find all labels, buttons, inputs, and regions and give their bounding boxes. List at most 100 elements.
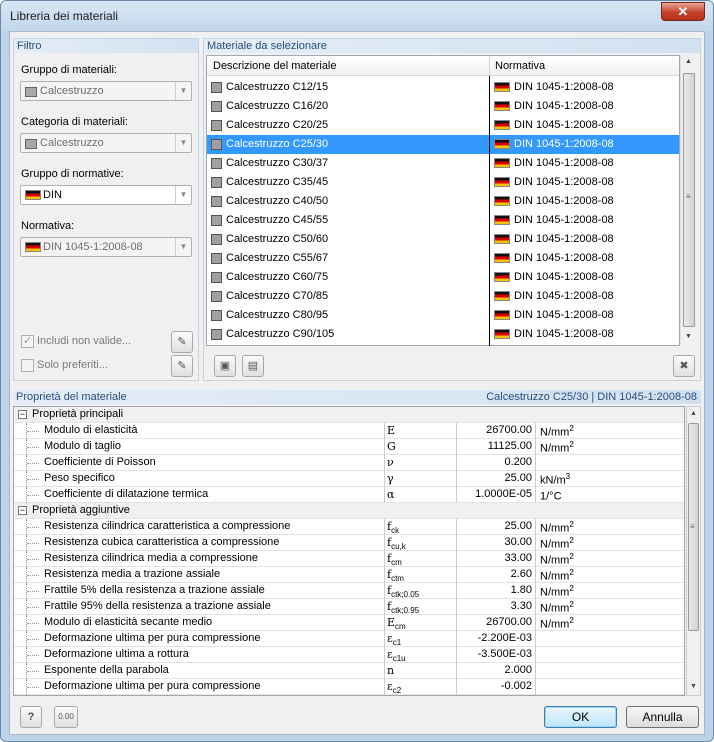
norm-combo[interactable]: DIN 1045-1:2008-08 ▼ <box>20 237 192 257</box>
properties-scrollbar[interactable]: ▲ ≡ ▼ <box>686 406 701 696</box>
material-row[interactable]: Calcestruzzo C80/95 DIN 1045-1:2008-08 <box>207 306 679 325</box>
properties-scroll-thumb[interactable]: ≡ <box>688 423 699 631</box>
property-value[interactable]: -2.200E-03 <box>456 631 536 647</box>
copy-material-button[interactable]: ▤ <box>242 355 264 377</box>
property-name: Frattile 5% della resistenza a trazione … <box>44 584 265 596</box>
material-row[interactable]: Calcestruzzo C90/105 DIN 1045-1:2008-08 <box>207 325 679 344</box>
material-norm: DIN 1045-1:2008-08 <box>494 271 614 283</box>
collapse-icon[interactable]: − <box>18 410 27 419</box>
material-row[interactable]: Calcestruzzo C16/20 DIN 1045-1:2008-08 <box>207 97 679 116</box>
material-norm-text: DIN 1045-1:2008-08 <box>514 290 614 302</box>
material-row[interactable]: Calcestruzzo C30/37 DIN 1045-1:2008-08 <box>207 154 679 173</box>
property-row[interactable]: Deformazione ultima a rottura εc1u -3.500E… <box>14 647 684 663</box>
material-row[interactable]: Calcestruzzo C70/85 DIN 1045-1:2008-08 <box>207 287 679 306</box>
property-symbol: Ecm <box>387 616 406 631</box>
unit-text: N/mm <box>540 618 570 631</box>
scroll-down-icon[interactable]: ▼ <box>685 333 692 340</box>
cancel-button[interactable]: Annulla <box>626 706 699 728</box>
collapse-icon[interactable]: − <box>18 506 27 515</box>
material-name: Calcestruzzo C45/55 <box>226 214 329 226</box>
property-row[interactable]: Coefficiente di Poisson ν 0.200 <box>14 455 684 471</box>
property-row[interactable]: Resistenza cilindrica media a compressio… <box>14 551 684 567</box>
property-row[interactable]: Deformazione ultima per pura compression… <box>14 631 684 647</box>
property-value[interactable]: 2.000 <box>456 663 536 679</box>
edit-filter-button[interactable]: ✎ <box>171 331 193 353</box>
german-flag-icon <box>494 253 510 264</box>
tree-line <box>27 559 39 560</box>
property-value[interactable]: 25.00 <box>456 471 536 487</box>
help-button[interactable]: ? <box>20 706 42 728</box>
col-description-header[interactable]: Descrizione del materiale <box>213 60 337 72</box>
property-row[interactable]: Resistenza media a trazione assiale fctm 2… <box>14 567 684 584</box>
property-value[interactable]: 26700.00 <box>456 423 536 439</box>
include-invalid-checkbox[interactable]: ✓ <box>21 335 34 348</box>
property-value[interactable]: 3.30 <box>456 599 536 615</box>
material-norm-text: DIN 1045-1:2008-08 <box>514 252 614 264</box>
units-button[interactable]: 0.00 <box>54 706 78 728</box>
ok-button[interactable]: OK <box>544 706 617 728</box>
property-value[interactable]: 2.60 <box>456 567 536 583</box>
material-row[interactable]: Calcestruzzo C40/50 DIN 1045-1:2008-08 <box>207 192 679 211</box>
norm-group-combo[interactable]: DIN ▼ <box>20 185 192 205</box>
col-norm-header[interactable]: Normativa <box>495 60 545 72</box>
property-row[interactable]: Coefficiente di dilatazione termica α 1.00… <box>14 487 684 503</box>
property-unit: N/mm2 <box>540 520 574 535</box>
property-unit: N/mm2 <box>540 584 574 599</box>
material-row[interactable]: Calcestruzzo C35/45 DIN 1045-1:2008-08 <box>207 173 679 192</box>
property-value[interactable]: 1.80 <box>456 583 536 599</box>
property-value[interactable]: 1.0000E-05 <box>456 487 536 503</box>
material-name: Calcestruzzo C25/30 <box>226 138 329 150</box>
material-name: Calcestruzzo C90/105 <box>226 328 335 340</box>
symbol-subscript: ctm <box>391 574 404 584</box>
property-row[interactable]: Esponente della parabola n 2.000 <box>14 663 684 679</box>
property-value[interactable]: -0.002 <box>456 679 536 695</box>
property-value[interactable]: 26700.00 <box>456 615 536 631</box>
material-category-combo[interactable]: Calcestruzzo ▼ <box>20 133 192 153</box>
property-value[interactable]: -3.500E-03 <box>456 647 536 663</box>
unit-exponent: 2 <box>569 424 574 433</box>
concrete-swatch-icon <box>211 215 222 226</box>
new-material-button[interactable]: ▣ <box>214 355 236 377</box>
material-row[interactable]: Calcestruzzo C45/55 DIN 1045-1:2008-08 <box>207 211 679 230</box>
close-button[interactable]: ✕ <box>661 2 705 21</box>
material-row[interactable]: Calcestruzzo C50/60 DIN 1045-1:2008-08 <box>207 230 679 249</box>
property-value[interactable]: 33.00 <box>456 551 536 567</box>
materials-scrollbar[interactable]: ▲ ≡ ▼ <box>680 55 697 346</box>
material-row[interactable]: Calcestruzzo C12/15 DIN 1045-1:2008-08 <box>207 78 679 97</box>
property-value[interactable]: 0.200 <box>456 455 536 471</box>
german-flag-icon <box>494 329 510 340</box>
materials-scroll-thumb[interactable]: ≡ <box>683 73 695 327</box>
property-row[interactable]: Frattile 95% della resistenza a trazione… <box>14 599 684 615</box>
property-value[interactable]: 25.00 <box>456 519 536 535</box>
property-row[interactable]: Modulo di elasticità secante medio Ecm 267… <box>14 615 684 631</box>
material-norm: DIN 1045-1:2008-08 <box>494 119 614 131</box>
property-row[interactable]: Modulo di taglio G 11125.00 N/mm2 <box>14 439 684 455</box>
property-group-row[interactable]: − Proprietà principali <box>14 407 684 423</box>
german-flag-icon <box>494 139 510 150</box>
scroll-down-icon[interactable]: ▼ <box>690 683 697 690</box>
delete-material-button[interactable]: ✖ <box>673 355 695 377</box>
material-group-combo[interactable]: Calcestruzzo ▼ <box>20 81 192 101</box>
edit-favorites-button[interactable]: ✎ <box>171 355 193 377</box>
property-row[interactable]: Peso specifico γ 25.00 kN/m3 <box>14 471 684 487</box>
property-row[interactable]: Resistenza cilindrica caratteristica a c… <box>14 519 684 535</box>
material-row[interactable]: Calcestruzzo C20/25 DIN 1045-1:2008-08 <box>207 116 679 135</box>
scroll-up-icon[interactable]: ▲ <box>685 58 692 65</box>
unit-text: N/mm <box>540 522 570 535</box>
material-row[interactable]: Calcestruzzo C25/30 DIN 1045-1:2008-08 <box>207 135 679 154</box>
favorites-checkbox[interactable] <box>21 359 34 372</box>
material-row[interactable]: Calcestruzzo C60/75 DIN 1045-1:2008-08 <box>207 268 679 287</box>
material-name: Calcestruzzo C35/45 <box>226 176 329 188</box>
tree-line <box>27 591 39 592</box>
property-value[interactable]: 30.00 <box>456 535 536 551</box>
property-group-row[interactable]: − Proprietà aggiuntive <box>14 503 684 519</box>
property-row[interactable]: Resistenza cubica caratteristica a compr… <box>14 535 684 551</box>
material-row[interactable]: Calcestruzzo C55/67 DIN 1045-1:2008-08 <box>207 249 679 268</box>
checkmark-icon: ✓ <box>23 335 33 347</box>
property-row[interactable]: Frattile 5% della resistenza a trazione … <box>14 583 684 599</box>
property-row[interactable]: Deformazione ultima per pura compression… <box>14 679 684 695</box>
materials-list[interactable]: Descrizione del materiale Normativa Calc… <box>206 55 680 346</box>
scroll-up-icon[interactable]: ▲ <box>690 410 697 417</box>
property-value[interactable]: 11125.00 <box>456 439 536 455</box>
property-row[interactable]: Modulo di elasticità E 26700.00 N/mm2 <box>14 423 684 439</box>
